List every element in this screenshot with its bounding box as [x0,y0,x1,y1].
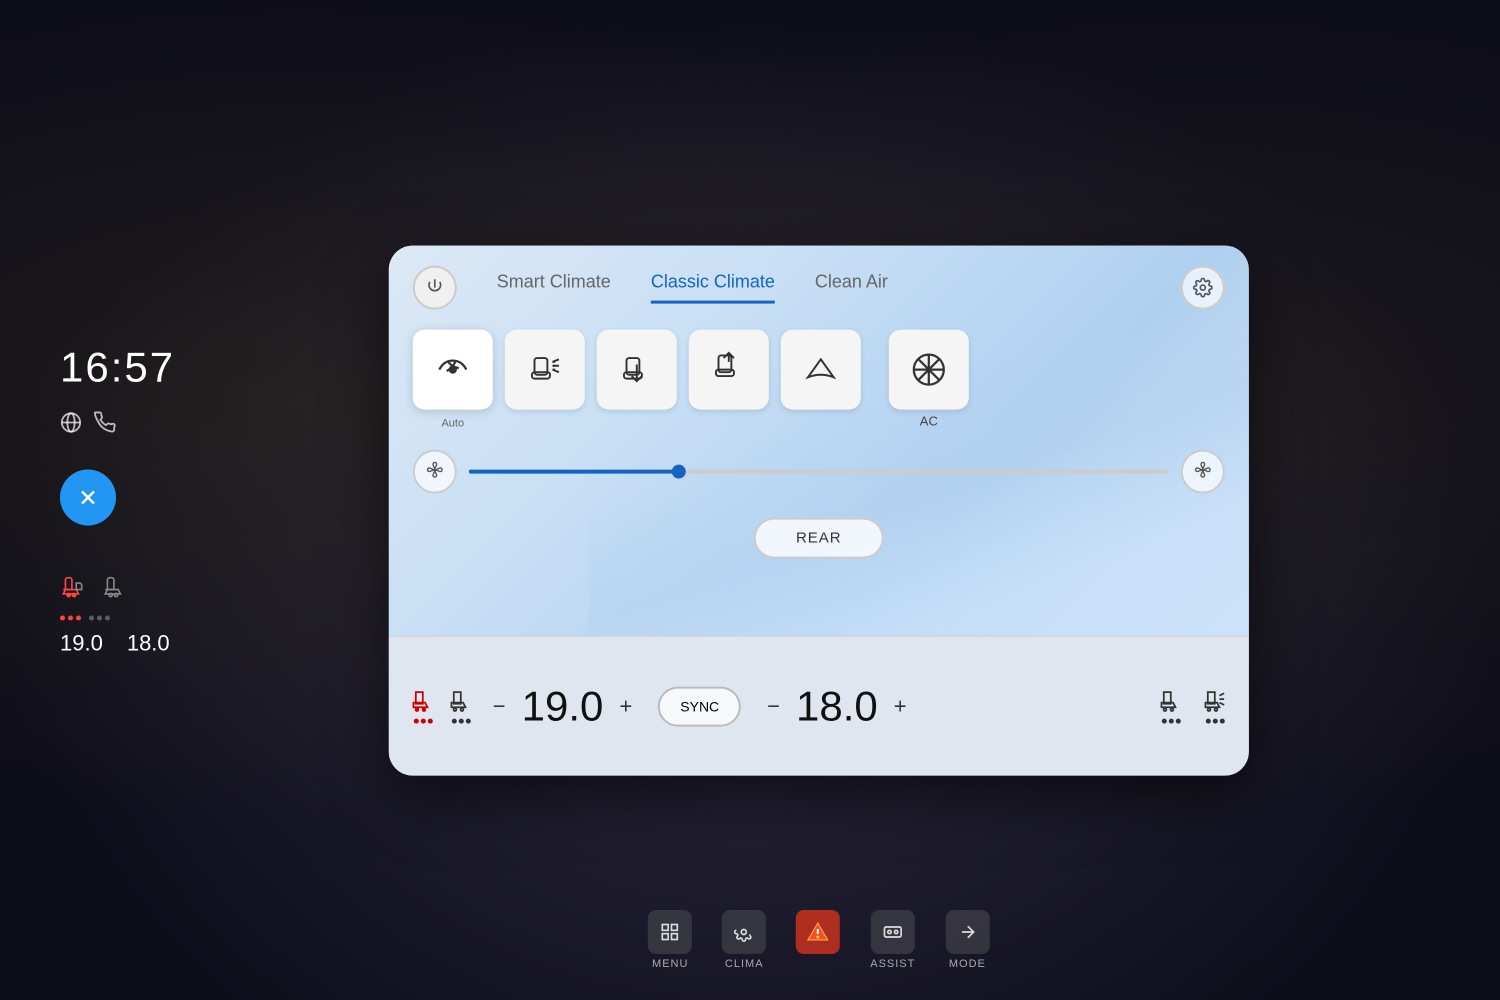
hazard-icon [796,910,840,954]
physical-buttons-row: MENU CLIMA ASSIST [389,910,1249,970]
fan-speed-slider[interactable] [469,470,1169,474]
clima-button[interactable]: CLIMA [722,910,766,970]
sync-button[interactable]: SYNC [658,686,741,726]
ac-control-group: AC [889,330,969,429]
fan-speed-row [413,450,1225,494]
right-seat-controls [1157,689,1229,724]
right-temp-value: 18.0 [796,682,878,730]
airflow-up-button[interactable] [689,330,769,410]
left-seat-row [60,576,170,608]
clima-label: CLIMA [725,958,764,970]
seat-ventilation-button[interactable] [505,330,585,410]
left-seat-heat-control[interactable] [409,689,437,724]
status-icons [60,412,116,440]
fan-slider-thumb [672,465,686,479]
left-temp-control: − 19.0 + [489,682,636,730]
mode-icon [945,910,989,954]
globe-icon [60,412,82,440]
clima-icon [722,910,766,954]
windshield-button[interactable] [781,330,861,410]
screen-content: Auto [389,310,1249,579]
auto-button[interactable] [413,330,493,410]
menu-icon [648,910,692,954]
right-seat-control[interactable] [1157,689,1185,724]
ac-button[interactable] [889,330,969,410]
hazard-button[interactable] [796,910,840,970]
right-control-buttons: AC [889,330,969,429]
screen-power-button[interactable] [413,266,457,310]
phone-icon [94,412,116,440]
left-temp-value: 19.0 [522,682,604,730]
menu-label: MENU [652,958,688,970]
ac-label: AC [920,414,938,429]
tab-clean-air[interactable]: Clean Air [815,272,888,304]
left-climate-status: 19.0 18.0 [60,576,170,657]
rear-button[interactable]: REAR [754,518,884,559]
airflow-down-button[interactable] [597,330,677,410]
left-seat-heat2-icon [102,576,128,608]
mode-button[interactable]: MODE [945,910,989,970]
close-button[interactable] [60,470,116,526]
fan-right-button[interactable] [1181,450,1225,494]
main-screen: Smart Climate Classic Climate Clean Air [389,246,1249,776]
assist-button[interactable]: ASSIST [870,910,915,970]
rear-section: REAR [413,518,1225,559]
tab-classic-climate[interactable]: Classic Climate [651,272,775,304]
auto-button-label: Auto [441,418,464,430]
tab-smart-climate[interactable]: Smart Climate [497,272,611,304]
assist-icon [871,910,915,954]
left-temp-plus[interactable]: + [615,693,636,719]
tab-bar: Smart Climate Classic Climate Clean Air [477,272,1161,304]
screen-header: Smart Climate Classic Climate Clean Air [389,246,1249,310]
fan-speed-icon[interactable] [413,450,457,494]
left-seat-heat-icon [60,576,86,608]
assist-label: ASSIST [870,958,915,970]
menu-button[interactable]: MENU [648,910,692,970]
left-panel: 16:57 [60,344,175,657]
bottom-temperature-bar: − 19.0 + SYNC − 18.0 + [389,636,1249,776]
mode-label: MODE [949,958,986,970]
right-temp-plus[interactable]: + [890,693,911,719]
right-temp-minus[interactable]: − [763,693,784,719]
right-seat-heat-control[interactable] [1201,689,1229,724]
left-temp-display: 19.0 [60,631,103,657]
time-display: 16:57 [60,344,175,392]
settings-button[interactable] [1181,266,1225,310]
right-temp-display: 18.0 [127,631,170,657]
left-seat-control[interactable] [447,689,475,724]
right-temp-control: − 18.0 + [763,682,910,730]
climate-buttons-row: Auto [413,330,1225,430]
left-temp-minus[interactable]: − [489,693,510,719]
